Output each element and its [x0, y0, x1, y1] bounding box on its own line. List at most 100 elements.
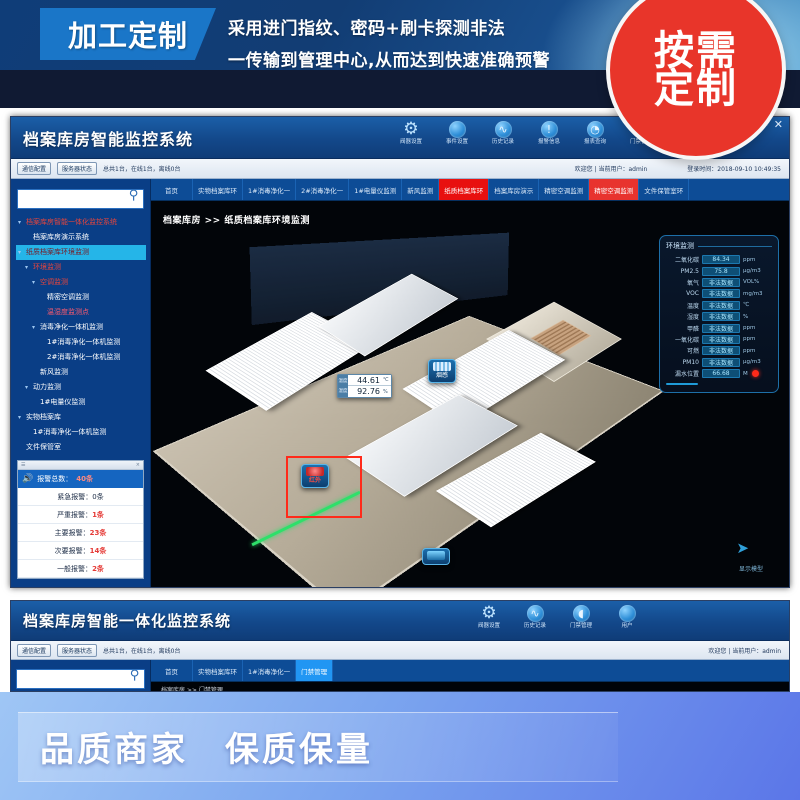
tab-item[interactable]: 新风监测	[402, 179, 440, 200]
window-body-2: ⚲ 首页 实物档案库环 1#消毒净化一 门禁管理 档案库房 >> 门禁管理	[11, 660, 789, 691]
toolbar-item-alarm-info[interactable]: ! 报警信息	[527, 119, 571, 146]
toolbar-label: 历史记录	[491, 139, 514, 145]
tree-item[interactable]: 1#电量仪监测	[16, 395, 146, 410]
tree-item-label: 温湿度监测点	[47, 307, 89, 316]
tree-expand-icon[interactable]: ▾	[32, 279, 40, 286]
environment-parameter-unit: M	[743, 370, 748, 377]
alarm-row-value: 1条	[92, 510, 104, 519]
tab-item[interactable]: 首页	[151, 660, 193, 681]
tree-item[interactable]: 温湿度监测点	[16, 305, 146, 320]
tab-item[interactable]: 精密空调监测	[539, 179, 590, 200]
tree-item[interactable]: 新风监测	[16, 365, 146, 380]
search-icon[interactable]: ⚲	[127, 668, 142, 683]
tree-expand-icon[interactable]: ▾	[18, 414, 26, 421]
tab-item[interactable]: 1#消毒净化一	[243, 179, 297, 200]
tree-item[interactable]: ▾ 档案库房智能一体化监控系统	[16, 215, 146, 230]
tree-expand-icon[interactable]: ▾	[18, 219, 26, 226]
tree-item[interactable]: 精密空调监测	[16, 290, 146, 305]
search-input[interactable]	[17, 188, 144, 209]
environment-parameter-name: 二氧化碳	[674, 257, 699, 265]
alarm-row-value: 23条	[89, 528, 107, 537]
scene-view: 档案库房 >> 纸质档案库环境监测 温度 湿度 44.61 ℃ 92.76 % …	[151, 201, 789, 587]
alarm-summary-panel: ☰ × 🔊 报警总数： 40条 紧急报警： 0条 严重报警： 1条 主要报警： 23条 次要…	[17, 460, 144, 579]
tab-item[interactable]: 档案库房演示	[489, 179, 540, 200]
tree-item[interactable]: ▾ 纸质档案库环境监测	[16, 244, 146, 260]
tab-item[interactable]: 1#电量仪监测	[349, 179, 403, 200]
speaker-icon: 🔊	[22, 474, 34, 484]
alarm-panel-close-icon[interactable]: ×	[136, 462, 140, 468]
alarm-row-total[interactable]: 🔊 报警总数： 40条	[18, 470, 143, 488]
tab-item[interactable]: 首页	[151, 179, 193, 200]
smoke-sensor-tag[interactable]: 烟感	[428, 359, 456, 383]
tree-item[interactable]: ▾ 消毒净化一体机监测	[16, 320, 146, 335]
server-status-button-2[interactable]: 服务器状态	[57, 643, 98, 657]
alarm-row[interactable]: 主要报警： 23条	[18, 524, 143, 542]
tree-item[interactable]: ▾ 动力监测	[16, 380, 146, 395]
toolbar-item-event-settings[interactable]: 事件设置	[435, 119, 479, 146]
close-button[interactable]: ✕	[774, 119, 783, 130]
status-right-2: 欢迎您 | 当前用户：admin	[708, 646, 781, 655]
alarm-row[interactable]: 次要报警： 14条	[18, 542, 143, 560]
tree-expand-icon[interactable]: ▾	[18, 249, 26, 256]
toolbar-item-reports[interactable]: ◔ 报表查询	[573, 119, 617, 146]
tree-item[interactable]: ▾ 环境监测	[16, 260, 146, 275]
tree-item[interactable]: 2#消毒净化一体机监测	[16, 350, 146, 365]
environment-parameter-unit: %	[743, 313, 749, 320]
toolbar-item-device-settings[interactable]: ⚙ 阀器设置	[389, 119, 433, 146]
tree-item[interactable]: 1#消毒净化一体机监测	[16, 335, 146, 350]
toolbar-label: 用户	[621, 623, 633, 629]
panel-footer-accent	[666, 383, 698, 386]
tab-item[interactable]: 1#消毒净化一	[243, 660, 297, 681]
alarm-row[interactable]: 一般报警： 2条	[18, 560, 143, 578]
environment-panel-title: 环境监测	[666, 242, 694, 250]
tree-item[interactable]: 文件保管室	[16, 440, 146, 455]
tree-expand-icon[interactable]: ▾	[25, 384, 33, 391]
tab-item[interactable]: 文件保管室环	[639, 179, 690, 200]
toolbar-label: 报表查询	[583, 139, 606, 145]
tree-item[interactable]: ▾ 空调监测	[16, 275, 146, 290]
custom-processing-badge-label: 加工定制	[67, 19, 188, 53]
tab-item[interactable]: 2#消毒净化一	[296, 179, 350, 200]
login-time-text: 登录时间：2018-09-10 10:49:35	[687, 166, 781, 173]
show-model-button[interactable]: 显示模型	[739, 564, 763, 573]
window-body: ⚲ ▾ 档案库房智能一体化监控系统 档案库房演示系统 ▾ 纸质档案库环境监测 ▾ 环境监测 ▾…	[11, 179, 789, 587]
toolbar2-item-user[interactable]: 用户	[605, 603, 649, 630]
tab-item[interactable]: 精密空调监测	[589, 179, 640, 200]
tab-item[interactable]: 实物档案库环	[193, 660, 243, 681]
tab-item[interactable]: 门禁管理	[296, 660, 334, 681]
search-input-2[interactable]	[16, 668, 145, 689]
communication-config-button[interactable]: 通信配置	[17, 162, 52, 175]
tree-expand-icon[interactable]: ▾	[32, 324, 40, 331]
app-title-2: 档案库房智能一体化监控系统	[23, 612, 232, 630]
temp-humidity-readout[interactable]: 温度 湿度 44.61 ℃ 92.76 %	[337, 374, 392, 398]
tree-item[interactable]: 1#消毒净化一体机监测	[16, 425, 146, 440]
tree-item[interactable]: ▾ 实物档案库	[16, 410, 146, 425]
toolbar-label: 门禁管理	[569, 623, 592, 629]
temperature-unit: ℃	[383, 377, 389, 383]
toolbar-item-history[interactable]: ∿ 历史记录	[481, 119, 525, 146]
communication-config-button-2[interactable]: 通信配置	[17, 643, 52, 657]
tab-item[interactable]: 实物档案库环	[193, 179, 243, 200]
alarm-row[interactable]: 严重报警： 1条	[18, 506, 143, 524]
server-status-button[interactable]: 服务器状态	[57, 162, 98, 175]
alarm-total-value: 40条	[76, 475, 93, 483]
toolbar2-item-device-settings[interactable]: ⚙ 阀器设置	[467, 603, 511, 630]
tree-item-label: 纸质档案库环境监测	[26, 247, 89, 256]
water-leak-sensor-tag[interactable]	[422, 548, 450, 565]
alarm-rows: 紧急报警： 0条 严重报警： 1条 主要报警： 23条 次要报警： 14条 一般报警： 2条	[18, 488, 143, 578]
next-view-arrow-icon[interactable]: ➤	[736, 539, 749, 557]
tree-expand-icon[interactable]: ▾	[25, 264, 33, 271]
tab-item[interactable]: 纸质档案库环	[439, 179, 490, 200]
environment-parameter-unit: ppm	[743, 325, 756, 332]
environment-parameter-unit: ppm	[743, 256, 756, 263]
search-icon[interactable]: ⚲	[126, 188, 141, 203]
toolbar2-item-history[interactable]: ∿ 历史记录	[513, 603, 557, 630]
alarm-row[interactable]: 紧急报警： 0条	[18, 488, 143, 506]
environment-parameter-name: 可燃	[686, 348, 699, 356]
environment-row: 氧气 非法数据 VOL%	[666, 277, 772, 288]
warehouse-3d-model[interactable]	[152, 232, 666, 587]
tree-item-label: 1#电量仪监测	[40, 397, 86, 406]
infrared-sensor-tag[interactable]: 红外	[301, 464, 329, 488]
tree-item[interactable]: 档案库房演示系统	[16, 230, 146, 245]
toolbar2-item-access-control[interactable]: ◖ 门禁管理	[559, 603, 603, 630]
